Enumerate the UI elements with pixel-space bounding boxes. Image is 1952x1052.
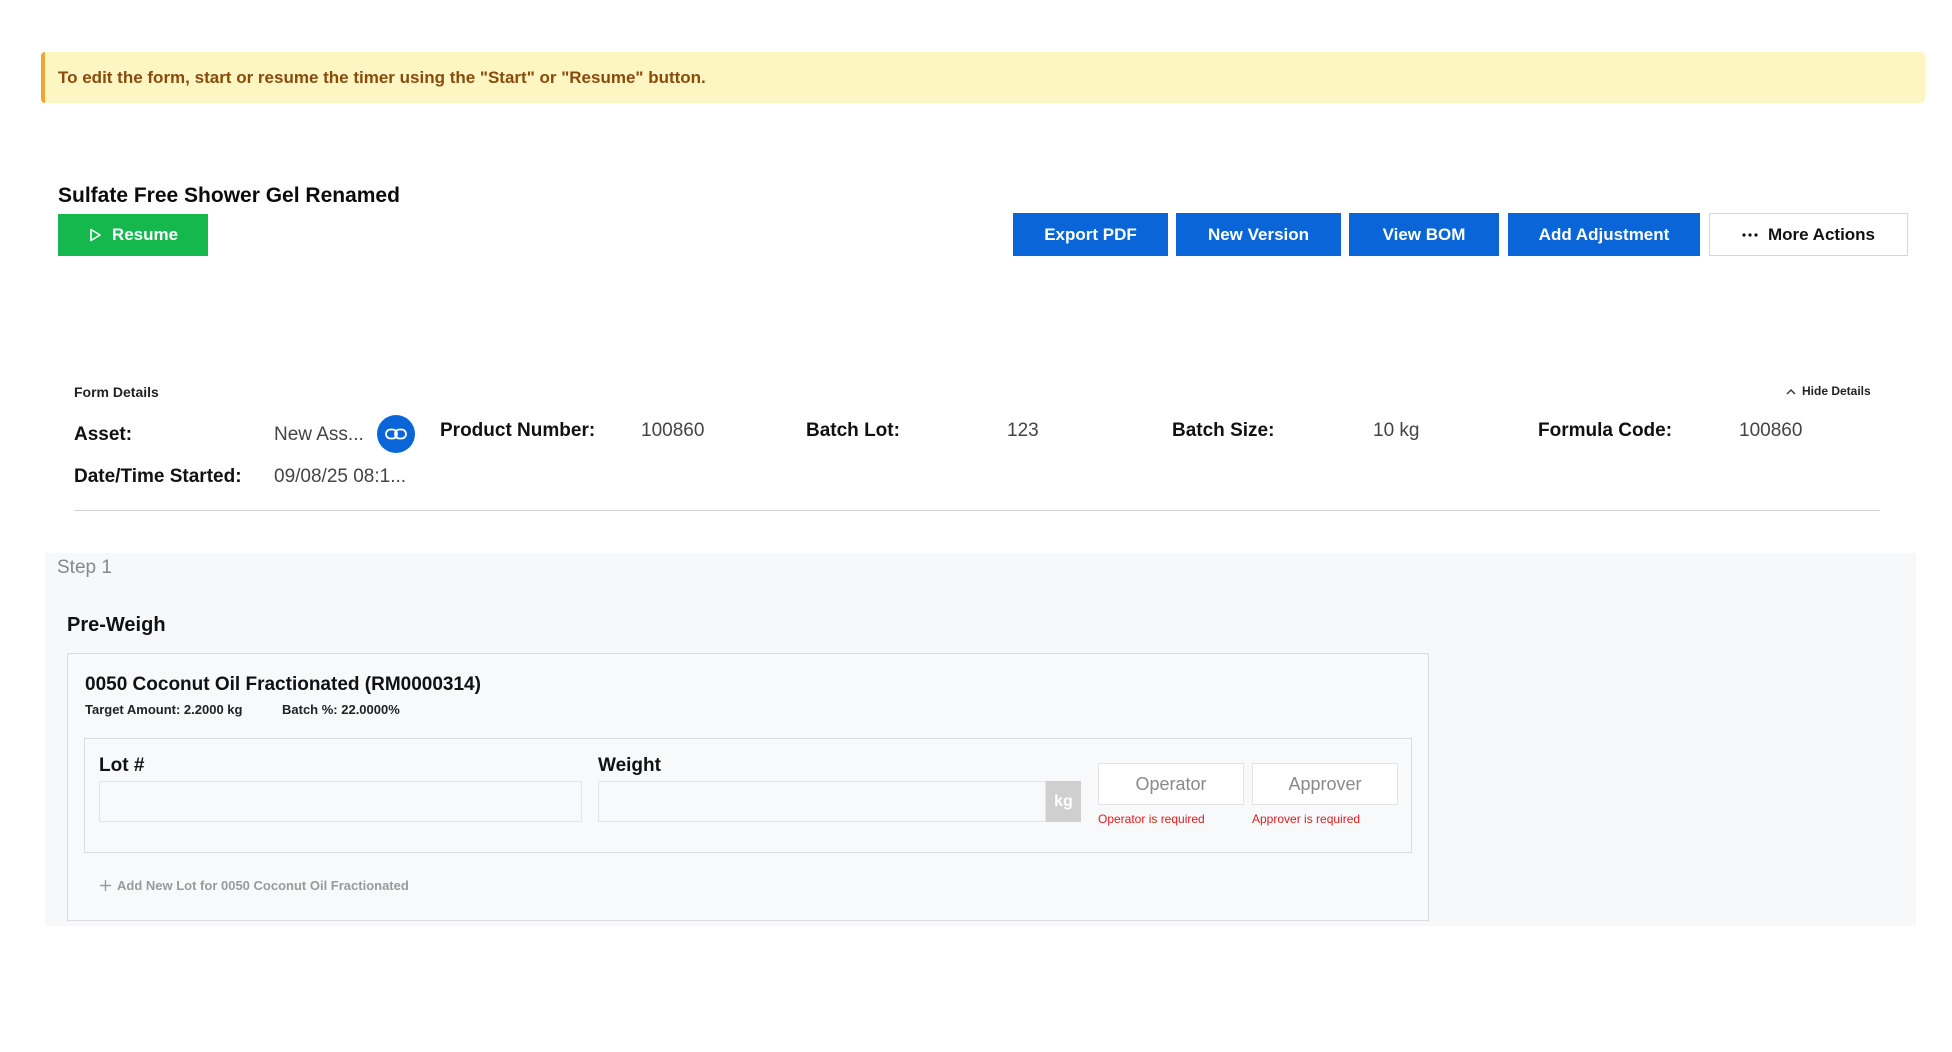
chevron-up-icon: [1786, 388, 1796, 394]
weight-input[interactable]: [598, 781, 1046, 822]
operator-error: Operator is required: [1098, 812, 1205, 826]
play-icon: [90, 228, 101, 242]
add-new-lot-link[interactable]: Add New Lot for 0050 Coconut Oil Fractio…: [100, 878, 409, 893]
asset-label: Asset:: [74, 424, 133, 445]
plus-icon: [100, 880, 111, 891]
add-adjustment-label: Add Adjustment: [1538, 224, 1670, 244]
resume-label: Resume: [111, 225, 179, 244]
link-asset-button[interactable]: [377, 415, 415, 453]
step-label: Step 1: [57, 557, 112, 578]
approver-sign-button[interactable]: Approver: [1252, 763, 1398, 805]
product-number-label: Product Number:: [440, 420, 596, 441]
resume-button[interactable]: Resume: [58, 214, 208, 256]
view-bom-button[interactable]: View BOM: [1349, 213, 1499, 256]
lot-input[interactable]: [99, 781, 582, 822]
batch-percent: Batch %: 22.0000%: [282, 702, 400, 717]
divider: [74, 510, 1880, 511]
date-started-value: 09/08/25 08:1...: [274, 466, 407, 487]
more-actions-button[interactable]: More Actions: [1709, 213, 1908, 256]
batch-lot-label: Batch Lot:: [806, 420, 900, 441]
weight-unit: kg: [1046, 781, 1081, 822]
operator-label: Operator: [1135, 773, 1207, 794]
hide-details-toggle[interactable]: Hide Details: [1786, 384, 1871, 398]
ellipsis-icon: [1742, 232, 1758, 237]
asset-value: New Ass...: [274, 424, 364, 445]
add-adjustment-button[interactable]: Add Adjustment: [1508, 213, 1700, 256]
banner-text: To edit the form, start or resume the ti…: [58, 67, 706, 87]
weight-label: Weight: [598, 755, 661, 776]
approver-label: Approver: [1288, 773, 1362, 794]
batch-lot-value: 123: [1007, 420, 1039, 441]
date-started-label: Date/Time Started:: [74, 466, 242, 487]
operator-sign-button[interactable]: Operator: [1098, 763, 1244, 805]
view-bom-label: View BOM: [1382, 224, 1466, 244]
export-pdf-label: Export PDF: [1044, 224, 1137, 244]
product-number-value: 100860: [641, 420, 705, 441]
batch-size-value: 10 kg: [1373, 420, 1420, 441]
formula-code-value: 100860: [1739, 420, 1803, 441]
section-title: Pre-Weigh: [67, 614, 166, 636]
link-icon: [385, 428, 407, 440]
page-title: Sulfate Free Shower Gel Renamed: [58, 184, 400, 207]
formula-code-label: Formula Code:: [1538, 420, 1673, 441]
form-details-heading: Form Details: [74, 384, 159, 400]
approver-error: Approver is required: [1252, 812, 1361, 826]
hide-details-label: Hide Details: [1802, 384, 1871, 398]
more-actions-label: More Actions: [1767, 224, 1876, 244]
material-name: 0050 Coconut Oil Fractionated (RM0000314…: [85, 674, 481, 695]
timer-warning-banner: To edit the form, start or resume the ti…: [41, 52, 1925, 103]
lot-label: Lot #: [99, 755, 145, 776]
batch-size-label: Batch Size:: [1172, 420, 1275, 441]
export-pdf-button[interactable]: Export PDF: [1013, 213, 1168, 256]
add-new-lot-label: Add New Lot for 0050 Coconut Oil Fractio…: [117, 878, 409, 893]
target-amount: Target Amount: 2.2000 kg: [85, 702, 243, 717]
new-version-button[interactable]: New Version: [1176, 213, 1341, 256]
new-version-label: New Version: [1207, 224, 1310, 244]
